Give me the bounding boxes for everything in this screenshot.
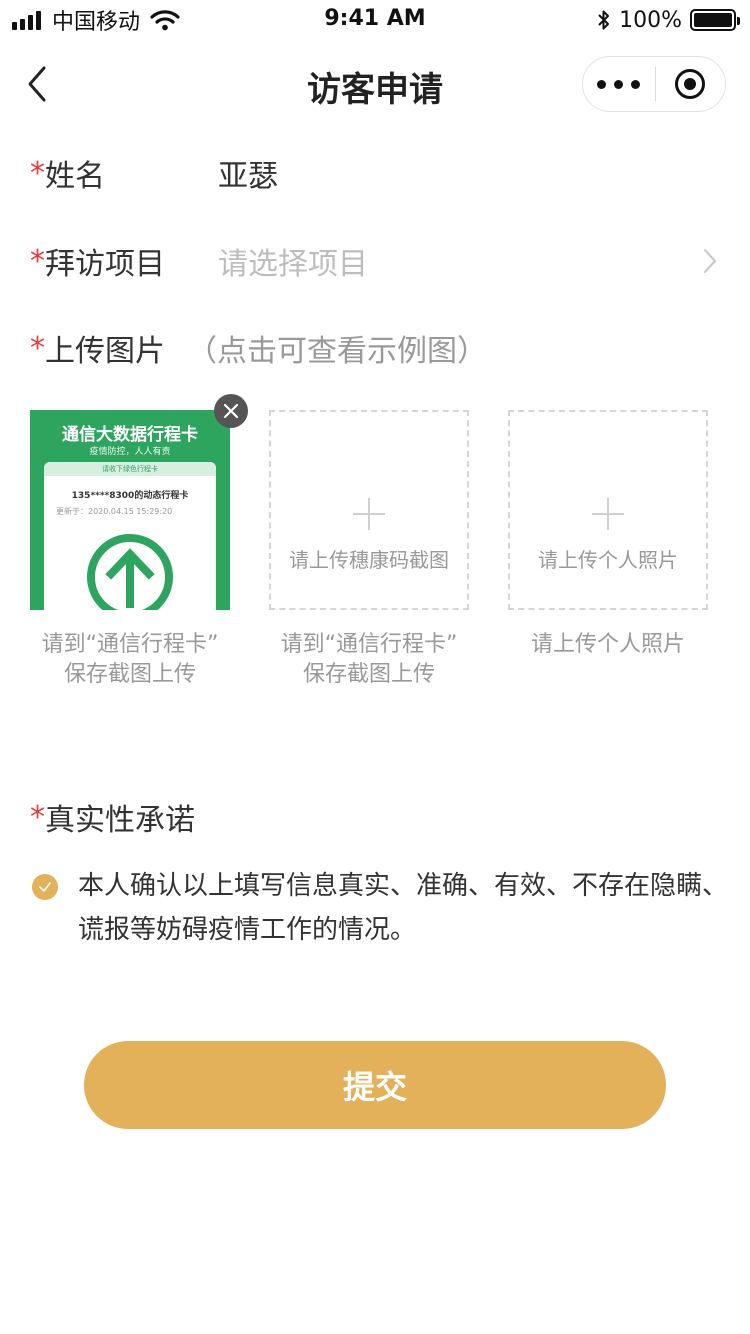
status-right: 100%: [597, 6, 740, 34]
commitment-row: * 真实性承诺: [30, 787, 730, 847]
thumb-subtitle: 疫情防控，人人有责: [89, 447, 171, 457]
thumb-title: 通信大数据行程卡: [62, 425, 198, 445]
upload-item-personal-photo: 请上传个人照片 请上传个人照片: [508, 410, 708, 660]
upload-box-text: 请上传个人照片: [538, 548, 678, 572]
project-select[interactable]: 请选择项目: [218, 239, 368, 283]
more-dots-icon: [597, 79, 607, 89]
close-icon: [223, 403, 239, 419]
close-mini-program-button[interactable]: [656, 56, 726, 112]
thumb-band: 请收下绿色行程卡: [44, 462, 216, 476]
uploaded-image[interactable]: 通信大数据行程卡 疫情防控，人人有责 请收下绿色行程卡 135****8300的…: [30, 394, 248, 610]
chevron-right-icon: [704, 249, 716, 273]
thumb-updated: 更新于：2020.04.15 15:29:20: [56, 507, 173, 516]
required-mark: *: [30, 155, 45, 191]
name-value[interactable]: 亚瑟: [218, 151, 278, 195]
battery-percent: 100%: [619, 7, 682, 33]
green-arrow-up-icon: [87, 534, 173, 610]
upload-row: * 上传图片 （点击可查看示例图）: [30, 318, 730, 378]
project-row[interactable]: * 拜访项目 请选择项目: [30, 231, 730, 291]
target-circle-icon: [675, 69, 706, 99]
required-mark: *: [30, 243, 45, 279]
remove-image-button[interactable]: [214, 394, 248, 428]
mini-program-capsule: [582, 56, 726, 112]
upload-item-travel-card: 通信大数据行程卡 疫情防控，人人有责 请收下绿色行程卡 135****8300的…: [30, 394, 248, 690]
plus-icon: [592, 498, 624, 530]
thumb-card: 请收下绿色行程卡 135****8300的动态行程卡 更新于：2020.04.1…: [44, 462, 216, 610]
upload-grid: 通信大数据行程卡 疫情防控，人人有责 请收下绿色行程卡 135****8300的…: [30, 394, 720, 700]
commitment-text: 本人确认以上填写信息真实、准确、有效、不存在隐瞒、谎报等妨碍疫情工作的情况。: [78, 871, 729, 945]
status-bar: 中国移动 9:41 AM 100%: [0, 0, 750, 40]
visitor-application-page: 中国移动 9:41 AM 100% 访客申请 * 姓名 亚瑟 * 拜访项目 请选…: [0, 0, 750, 1334]
upload-label: 上传图片: [45, 334, 165, 369]
upload-caption: 请上传个人照片: [530, 632, 685, 657]
upload-health-code-box[interactable]: 请上传穗康码截图: [269, 410, 469, 610]
check-circle-icon[interactable]: [32, 874, 58, 900]
bluetooth-icon: [598, 10, 610, 30]
battery-icon: [690, 9, 740, 31]
project-label: 拜访项目: [45, 247, 165, 282]
upload-caption: 请到“通信行程卡” 保存截图上传: [41, 632, 219, 687]
example-hint-link[interactable]: （点击可查看示例图）: [187, 326, 487, 370]
commitment-agreement[interactable]: 本人确认以上填写信息真实、准确、有效、不存在隐瞒、谎报等妨碍疫情工作的情况。: [30, 864, 730, 945]
submit-button[interactable]: 提交: [84, 1041, 666, 1129]
upload-photo-box[interactable]: 请上传个人照片: [508, 410, 708, 610]
commitment-label: 真实性承诺: [45, 803, 195, 838]
travel-card-thumbnail: 通信大数据行程卡 疫情防控，人人有责 请收下绿色行程卡 135****8300的…: [30, 410, 230, 610]
upload-box-text: 请上传穗康码截图: [289, 548, 449, 572]
upload-item-health-code: 请上传穗康码截图 请到“通信行程卡” 保存截图上传: [269, 410, 469, 690]
checkmark-icon: [39, 882, 51, 892]
name-label: 姓名: [45, 159, 105, 194]
required-mark: *: [30, 799, 45, 835]
name-row: * 姓名 亚瑟: [30, 143, 730, 203]
thumb-phone-line: 135****8300的动态行程卡: [71, 491, 189, 501]
more-button[interactable]: [583, 56, 655, 112]
upload-caption: 请到“通信行程卡” 保存截图上传: [280, 632, 458, 687]
battery-fill: [694, 13, 732, 27]
navigation-bar: 访客申请: [0, 40, 750, 128]
required-mark: *: [30, 330, 45, 366]
plus-icon: [353, 498, 385, 530]
